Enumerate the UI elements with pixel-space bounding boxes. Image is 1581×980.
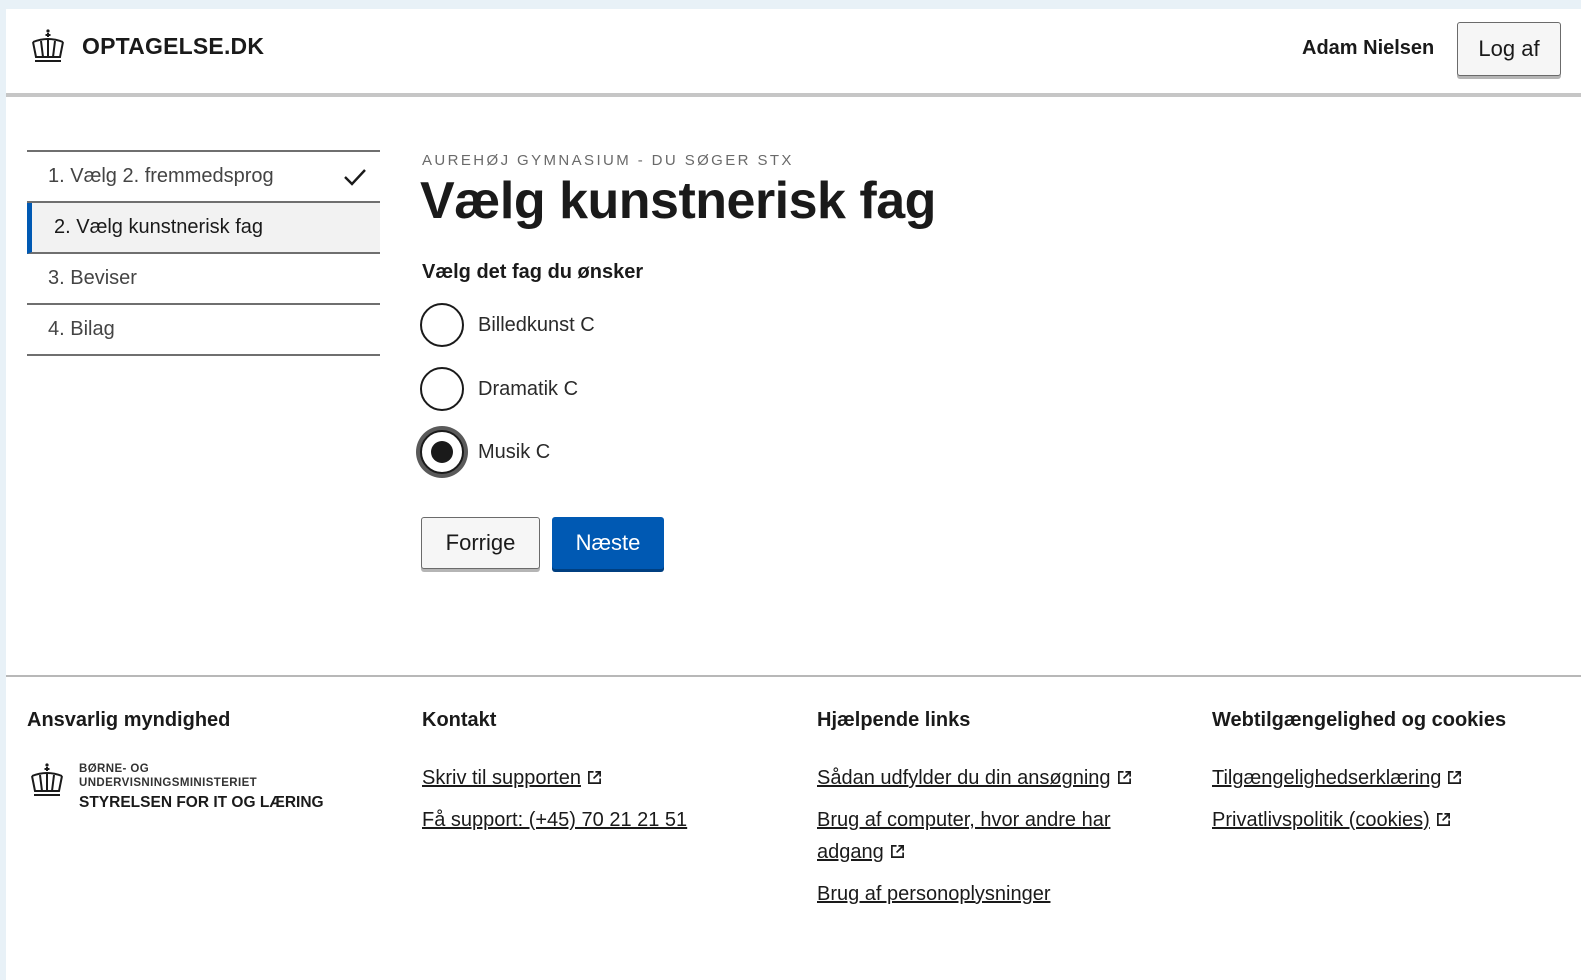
footer-heading: Hjælpende links <box>817 709 971 731</box>
school-eyebrow: AUREHØJ GYMNASIUM - DU SØGER STX <box>422 152 794 169</box>
logout-button[interactable]: Log af <box>1457 22 1561 76</box>
site-logo[interactable]: OPTAGELSE.DK <box>28 28 264 64</box>
user-name: Adam Nielsen <box>1302 37 1435 59</box>
help-link-application[interactable]: Sådan udfylder du din ansøgning <box>817 762 1157 794</box>
external-link-icon <box>1448 771 1462 784</box>
privacy-policy-link[interactable]: Privatlivspolitik (cookies) <box>1212 804 1506 836</box>
footer-heading: Ansvarlig myndighed <box>27 709 231 731</box>
radio-option-dramatik[interactable]: Dramatik C <box>420 367 578 411</box>
question-legend: Vælg det fag du ønsker <box>422 261 644 283</box>
step-item-4[interactable]: 4. Bilag <box>27 305 380 356</box>
page-title: Vælg kunstnerisk fag <box>420 172 936 230</box>
radio-button[interactable] <box>420 367 464 411</box>
site-name: OPTAGELSE.DK <box>82 32 265 59</box>
external-link-icon <box>890 845 904 858</box>
help-link-shared-computer[interactable]: Brug af computer, hvor andre har adgang <box>817 804 1137 868</box>
external-link-icon <box>1117 771 1131 784</box>
next-button[interactable]: Næste <box>552 517 664 569</box>
radio-label: Musik C <box>478 440 551 463</box>
footer-col-authority: Ansvarlig myndighed BØRNE- OG UNDERVISNI… <box>27 709 324 814</box>
external-link-icon <box>1436 813 1450 826</box>
step-navigation: 1. Vælg 2. fremmedsprog 2. Vælg kunstner… <box>27 150 380 356</box>
footer-col-help: Hjælpende links Sådan udfylder du din an… <box>817 709 1157 920</box>
ministry-logo: BØRNE- OG UNDERVISNINGSMINISTERIET STYRE… <box>27 762 324 814</box>
footer-heading: Kontakt <box>422 709 497 731</box>
radio-option-musik[interactable]: Musik C <box>420 430 550 474</box>
site-header: OPTAGELSE.DK Adam Nielsen Log af <box>6 9 1581 97</box>
radio-option-billedkunst[interactable]: Billedkunst C <box>420 303 595 347</box>
step-item-3[interactable]: 3. Beviser <box>27 254 380 305</box>
crown-icon <box>32 29 64 62</box>
help-link-personal-data[interactable]: Brug af personoplysninger <box>817 878 1157 910</box>
radio-button-selected[interactable] <box>420 430 464 474</box>
site-footer: Ansvarlig myndighed BØRNE- OG UNDERVISNI… <box>6 675 1581 980</box>
step-label: 2. Vælg kunstnerisk fag <box>54 216 263 238</box>
radio-button[interactable] <box>420 303 464 347</box>
page: OPTAGELSE.DK Adam Nielsen Log af 1. Vælg… <box>6 9 1581 980</box>
checkmark-icon <box>344 169 366 186</box>
ministry-name-line2: UNDERVISNINGSMINISTERIET <box>79 777 258 789</box>
ministry-name-line1: BØRNE- OG <box>79 763 150 775</box>
previous-button[interactable]: Forrige <box>421 517 540 569</box>
footer-col-accessibility: Webtilgængelighed og cookies Tilgængelig… <box>1212 709 1506 846</box>
external-link-icon <box>588 771 601 784</box>
support-link[interactable]: Skriv til supporten <box>422 762 687 794</box>
step-label: 4. Bilag <box>48 318 115 340</box>
footer-col-contact: Kontakt Skriv til supporten Få support: … <box>422 709 687 846</box>
radio-label: Dramatik C <box>478 377 579 400</box>
accessibility-statement-link[interactable]: Tilgængelighedserklæring <box>1212 762 1506 794</box>
support-phone-link[interactable]: Få support: (+45) 70 21 21 51 <box>422 804 687 836</box>
radio-label: Billedkunst C <box>478 313 595 336</box>
step-item-1[interactable]: 1. Vælg 2. fremmedsprog <box>27 152 380 203</box>
agency-name: STYRELSEN FOR IT OG LÆRING <box>79 794 324 811</box>
step-label: 3. Beviser <box>48 267 137 289</box>
step-item-2[interactable]: 2. Vælg kunstnerisk fag <box>27 203 380 254</box>
footer-heading: Webtilgængelighed og cookies <box>1212 709 1507 731</box>
step-label: 1. Vælg 2. fremmedsprog <box>48 165 274 187</box>
crown-icon <box>31 763 63 796</box>
